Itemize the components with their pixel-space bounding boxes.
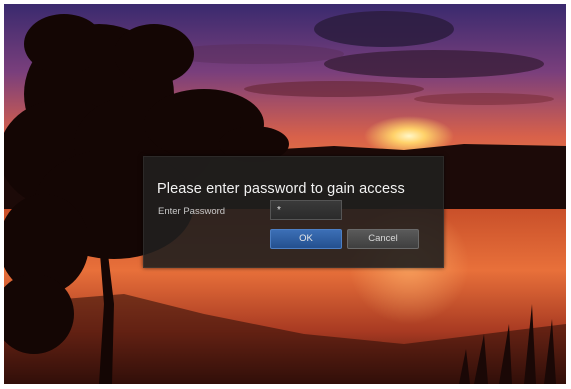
ok-button[interactable]: OK (270, 229, 342, 249)
password-input[interactable] (270, 200, 342, 220)
dialog-title: Please enter password to gain access (157, 181, 405, 197)
cancel-button[interactable]: Cancel (347, 229, 419, 249)
screen-frame: Please enter password to gain access Ent… (0, 0, 571, 389)
sunset-background: Please enter password to gain access Ent… (4, 4, 566, 384)
password-dialog: Please enter password to gain access Ent… (143, 156, 444, 268)
password-label: Enter Password (158, 206, 226, 217)
